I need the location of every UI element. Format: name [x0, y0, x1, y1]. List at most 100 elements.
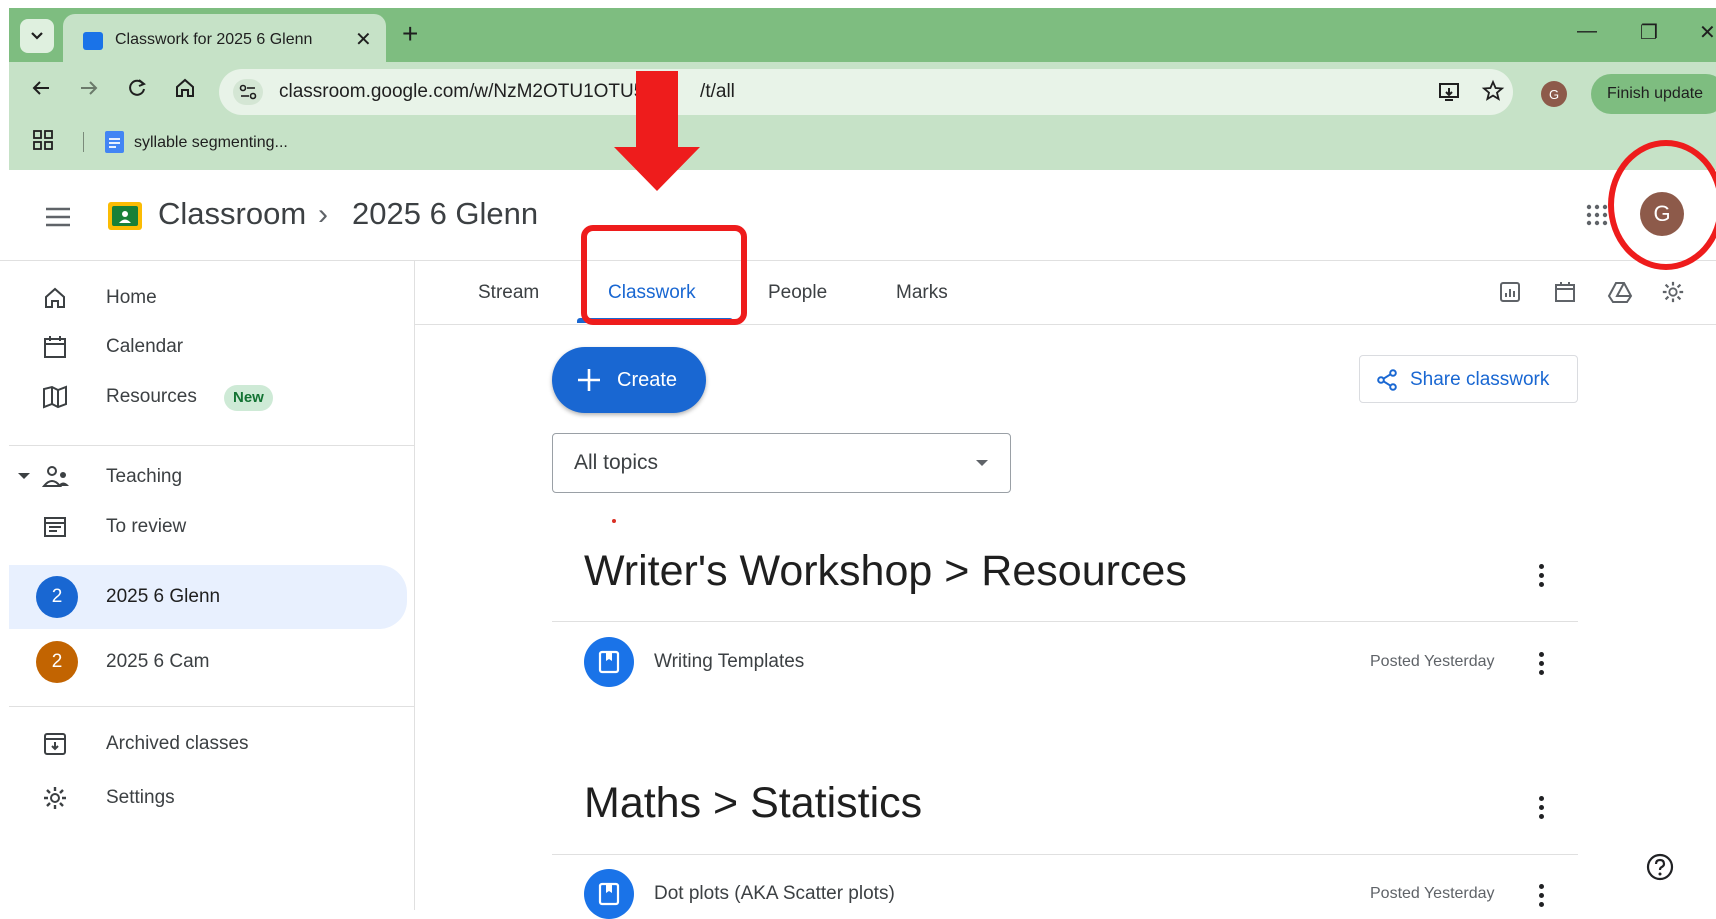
breadcrumb-separator: ›: [318, 198, 328, 231]
sidebar-item-label: Calendar: [106, 336, 184, 357]
drive-folder-icon[interactable]: [1607, 280, 1633, 304]
classroom-header: Classroom › 2025 6 Glenn G: [0, 170, 1716, 261]
sidebar-item-to-review[interactable]: To review: [9, 500, 407, 554]
sidebar-divider: [9, 445, 414, 446]
sidebar-item-calendar[interactable]: Calendar: [9, 320, 407, 374]
sidebar-item-label: Resources: [106, 386, 197, 407]
annotation-arrow-head: [614, 147, 700, 191]
dropdown-caret-icon: [976, 460, 988, 466]
home-button-icon[interactable]: [173, 76, 197, 100]
tab-stream[interactable]: Stream: [478, 282, 539, 304]
create-button[interactable]: Create: [552, 347, 706, 413]
topic-more-options-icon[interactable]: [1531, 794, 1551, 820]
settings-icon: [42, 785, 68, 811]
docs-icon: [105, 131, 124, 153]
address-bar[interactable]: classroom.google.com/w/NzM2OTU1OTU5N/t/a…: [219, 69, 1513, 115]
sidebar-item-resources[interactable]: Resources New: [9, 370, 407, 424]
resources-icon: [42, 384, 72, 410]
help-icon[interactable]: [1646, 853, 1674, 881]
red-dot-marker: [612, 519, 616, 523]
sidebar-divider: [9, 706, 414, 707]
share-classwork-button[interactable]: Share classwork: [1359, 355, 1578, 403]
gradebook-icon[interactable]: [1498, 280, 1522, 304]
minimize-icon[interactable]: —: [1577, 20, 1597, 43]
class-settings-icon[interactable]: [1661, 280, 1685, 304]
to-review-icon: [42, 514, 68, 540]
sidebar-item-label: 2025 6 Glenn: [106, 586, 221, 607]
calendar-icon[interactable]: [1553, 280, 1577, 304]
classroom-favicon-icon: [83, 32, 103, 50]
material-icon: [584, 869, 634, 919]
posted-date: Posted Yesterday: [1370, 885, 1495, 902]
archive-icon: [42, 731, 68, 757]
new-badge: New: [224, 385, 273, 411]
sidebar: Home Calendar Resources New Teaching To …: [9, 260, 415, 910]
annotation-highlight-box: [581, 225, 747, 325]
topic-divider: [552, 854, 1578, 855]
site-info-icon[interactable]: [233, 79, 263, 105]
close-tab-icon[interactable]: ✕: [355, 27, 372, 52]
topic-filter-select[interactable]: All topics: [552, 433, 1011, 493]
posted-date: Posted Yesterday: [1370, 653, 1495, 670]
teaching-icon: [42, 464, 72, 490]
sidebar-item-teaching[interactable]: Teaching: [9, 450, 407, 504]
home-icon: [42, 285, 68, 311]
plus-icon: [576, 367, 602, 393]
bookmark-syllable-segmenting[interactable]: syllable segmenting...: [134, 134, 288, 152]
main-menu-icon[interactable]: [44, 206, 72, 228]
share-classwork-label: Share classwork: [1410, 369, 1550, 390]
back-icon[interactable]: [29, 76, 53, 100]
chevron-down-icon: [31, 32, 43, 40]
sidebar-item-settings[interactable]: Settings: [9, 771, 407, 825]
forward-icon[interactable]: [77, 76, 101, 100]
sidebar-item-home[interactable]: Home: [9, 271, 407, 325]
material-more-options-icon[interactable]: [1531, 882, 1551, 908]
breadcrumb-class-name[interactable]: 2025 6 Glenn: [352, 196, 538, 232]
sidebar-item-label: Archived classes: [106, 733, 249, 754]
reload-icon[interactable]: [125, 76, 149, 100]
topic-heading[interactable]: Maths > Statistics: [584, 779, 922, 828]
close-window-icon[interactable]: ✕: [1699, 20, 1716, 45]
annotation-arrow-shaft: [636, 71, 678, 147]
finish-update-button[interactable]: Finish update: [1591, 74, 1716, 114]
expand-caret-icon[interactable]: [18, 473, 30, 479]
material-more-options-icon[interactable]: [1531, 650, 1551, 676]
apps-bookmark-icon[interactable]: [33, 130, 53, 150]
sidebar-item-class-cam[interactable]: 2 2025 6 Cam: [9, 630, 407, 694]
share-icon: [1376, 369, 1398, 391]
sidebar-item-class-glenn[interactable]: 2 2025 6 Glenn: [9, 565, 407, 629]
install-app-icon[interactable]: [1437, 80, 1461, 104]
tab-people[interactable]: People: [768, 282, 827, 304]
material-title[interactable]: Dot plots (AKA Scatter plots): [654, 883, 895, 905]
sidebar-item-label: Home: [106, 287, 157, 308]
sidebar-item-label: To review: [106, 516, 187, 537]
material-title[interactable]: Writing Templates: [654, 651, 804, 673]
new-tab-button[interactable]: +: [402, 18, 418, 50]
class-initial-badge: 2: [36, 576, 78, 618]
sidebar-item-label: Settings: [106, 787, 175, 808]
classroom-brand[interactable]: Classroom: [158, 196, 306, 232]
class-initial-badge: 2: [36, 641, 78, 683]
bookmark-star-icon[interactable]: [1481, 79, 1505, 103]
sidebar-item-label: Teaching: [106, 466, 183, 487]
browser-tab[interactable]: Classwork for 2025 6 Glenn ✕: [63, 14, 386, 62]
browser-chrome: Classwork for 2025 6 Glenn ✕ + — ❐ ✕ cla…: [9, 8, 1716, 170]
browser-profile-avatar[interactable]: G: [1541, 81, 1567, 107]
topic-filter-value: All topics: [574, 451, 659, 474]
bookmark-separator: [83, 132, 84, 152]
tab-search-button[interactable]: [20, 19, 54, 53]
material-icon: [584, 637, 634, 687]
topic-divider: [552, 621, 1578, 622]
sidebar-item-label: 2025 6 Cam: [106, 651, 210, 672]
topic-heading[interactable]: Writer's Workshop > Resources: [584, 547, 1187, 596]
sidebar-item-archived-classes[interactable]: Archived classes: [9, 717, 407, 771]
tab-marks[interactable]: Marks: [896, 282, 948, 304]
calendar-icon: [42, 334, 68, 360]
classroom-logo-icon[interactable]: [108, 202, 142, 230]
tab-title: Classwork for 2025 6 Glenn: [115, 31, 313, 48]
restore-icon[interactable]: ❐: [1640, 20, 1658, 45]
google-apps-icon[interactable]: [1586, 204, 1608, 226]
tab-strip: Classwork for 2025 6 Glenn ✕ + — ❐ ✕: [9, 8, 1716, 62]
topic-more-options-icon[interactable]: [1531, 562, 1551, 588]
annotation-highlight-circle: [1608, 140, 1716, 270]
